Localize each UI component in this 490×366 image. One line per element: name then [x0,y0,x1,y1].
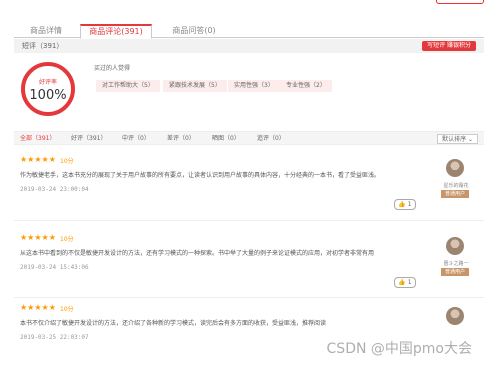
rating-stars: ★★★★★ [20,155,56,164]
rating-score: 10分 [60,236,74,243]
top-button-edge[interactable] [436,0,484,4]
avatar [446,237,464,255]
positive-rate-value: 100% [29,88,67,103]
tab-bar: 商品详情 商品评论(391) 商品问答(0) [14,24,484,39]
positive-rate-label: 好评率 [38,79,57,86]
impression-tag[interactable]: 专业性强（2） [280,80,332,92]
reviews-section-bar: 短评（391） 写短评 赚银积分 [14,39,484,53]
review-time: 2019-03-25 22:03:07 [20,334,89,341]
divider [14,297,484,298]
like-button[interactable]: 👍 1 [394,277,416,288]
filter-positive[interactable]: 好评（391） [71,132,106,146]
filter-follow-up[interactable]: 追评（0） [257,132,285,146]
review-item: ★★★★★ 10分 作为敏捷老手，这本书充分的展现了关于用户故事的所有要点，让读… [14,155,484,217]
filter-with-images[interactable]: 晒图（0） [212,132,240,146]
review-time: 2019-03-24 15:43:06 [20,264,89,271]
tab-product-reviews[interactable]: 商品评论(391) [80,24,152,39]
watermark: CSDN @中国pmo大会 [326,341,472,357]
user-badge: 普通用户 [441,190,469,198]
review-time: 2019-03-24 23:00:04 [20,186,89,193]
positive-rate-circle: 好评率 100% [21,62,75,116]
sort-select[interactable]: 默认排序 ⌄ [437,134,478,144]
divider [14,220,484,221]
rating-score: 10分 [60,306,74,313]
like-button[interactable]: 👍 1 [394,199,416,210]
impressions-title: 买过的人觉得 [94,65,131,72]
review-text: 从这本书中看到的不仅是敏捷开发设计的方法，还有学习模式的一种探索。书中举了大量的… [20,250,375,257]
review-text: 作为敏捷老手，这本书充分的展现了关于用户故事的所有要点，让读者认识到用户故事的具… [20,172,381,179]
avatar [446,307,464,325]
user-name: 星乐的霜花 [443,183,469,189]
user-name: 晋斗之路一 [443,261,469,267]
rating-stars: ★★★★★ [20,233,56,242]
rating-score: 10分 [60,158,74,165]
tab-product-details[interactable]: 商品详情 [26,24,66,38]
review-item: ★★★★★ 10分 从这本书中看到的不仅是敏捷开发设计的方法，还有学习模式的一种… [14,233,484,295]
filter-neutral[interactable]: 中评（0） [122,132,150,146]
impression-tag[interactable]: 实用性强（3） [228,80,280,92]
rating-stars: ★★★★★ [20,303,56,312]
top-strip [0,0,490,5]
filter-negative[interactable]: 差评（0） [167,132,195,146]
write-review-button[interactable]: 写短评 赚银积分 [422,41,476,51]
section-title: 短评（391） [22,42,64,50]
avatar [446,159,464,177]
user-badge: 普通用户 [441,268,469,276]
impression-tag[interactable]: 对工作帮助大（5） [96,80,160,92]
impression-tag[interactable]: 紧跟技术发展（5） [163,80,227,92]
review-text: 本书不仅介绍了敏捷开发设计的方法，还介绍了各种新的学习模式，读完后会有多方面的收… [20,320,327,327]
filter-all[interactable]: 全部（391） [20,132,55,146]
review-filter-bar: 全部（391） 好评（391） 中评（0） 差评（0） 晒图（0） 追评（0） … [14,131,484,145]
tab-product-qa[interactable]: 商品问答(0) [166,24,222,38]
